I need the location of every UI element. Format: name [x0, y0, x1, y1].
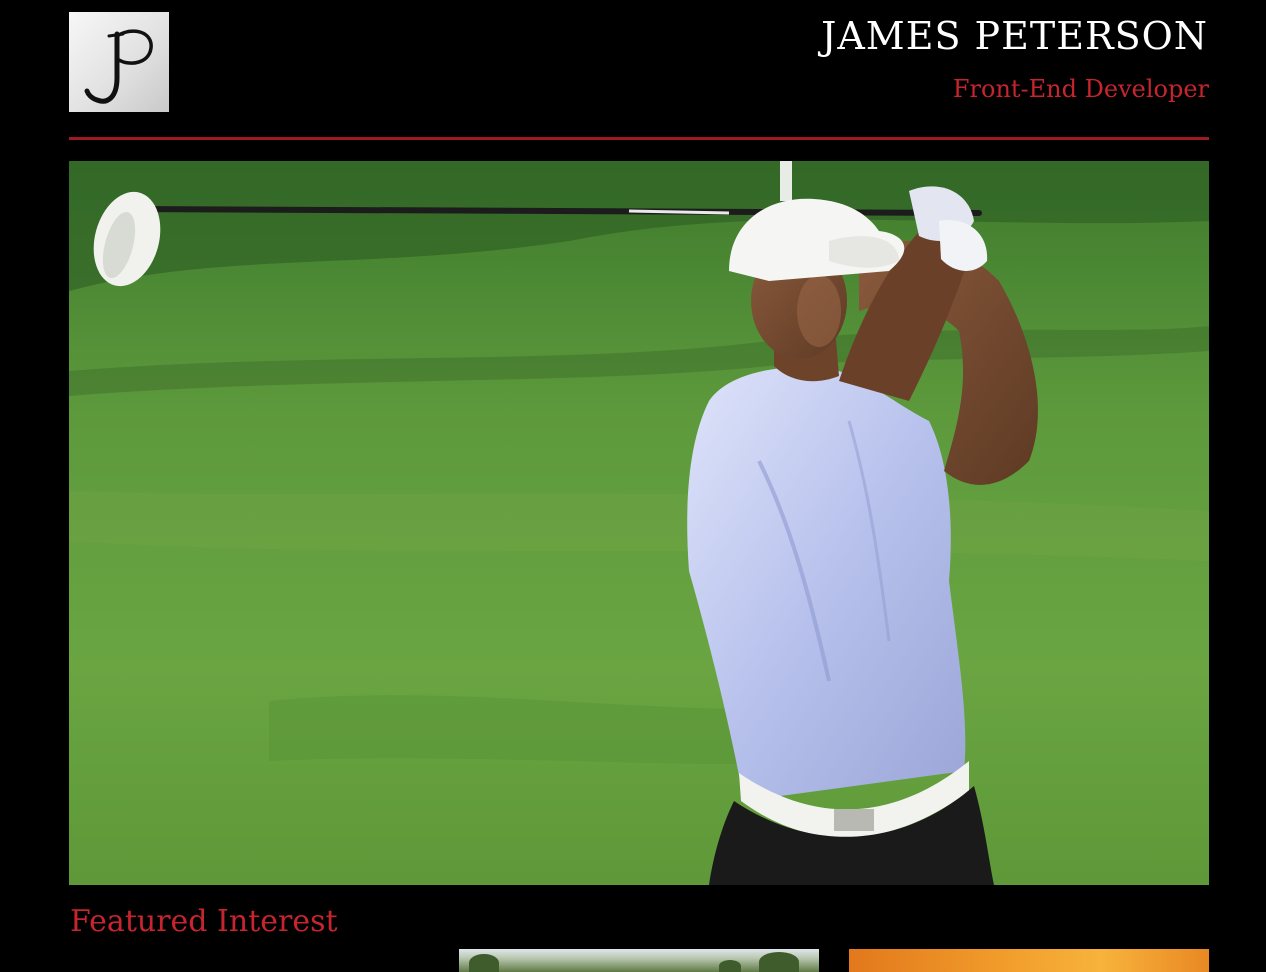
featured-thumbnail-sunset[interactable] — [849, 949, 1209, 972]
jp-logo[interactable] — [69, 12, 169, 112]
section-title: Featured Interest — [70, 904, 338, 939]
tree-shape — [719, 960, 741, 972]
header-divider — [69, 137, 1209, 140]
golfer-photo — [69, 161, 1209, 885]
job-title: Front-End Developer — [952, 75, 1209, 103]
tree-shape — [759, 952, 799, 972]
jp-monogram-icon — [84, 29, 153, 104]
tree-shape — [469, 954, 499, 972]
site-name: JAMES PETERSON — [821, 14, 1208, 58]
featured-thumbnail-landscape[interactable] — [459, 949, 819, 972]
hero-image — [69, 161, 1209, 885]
